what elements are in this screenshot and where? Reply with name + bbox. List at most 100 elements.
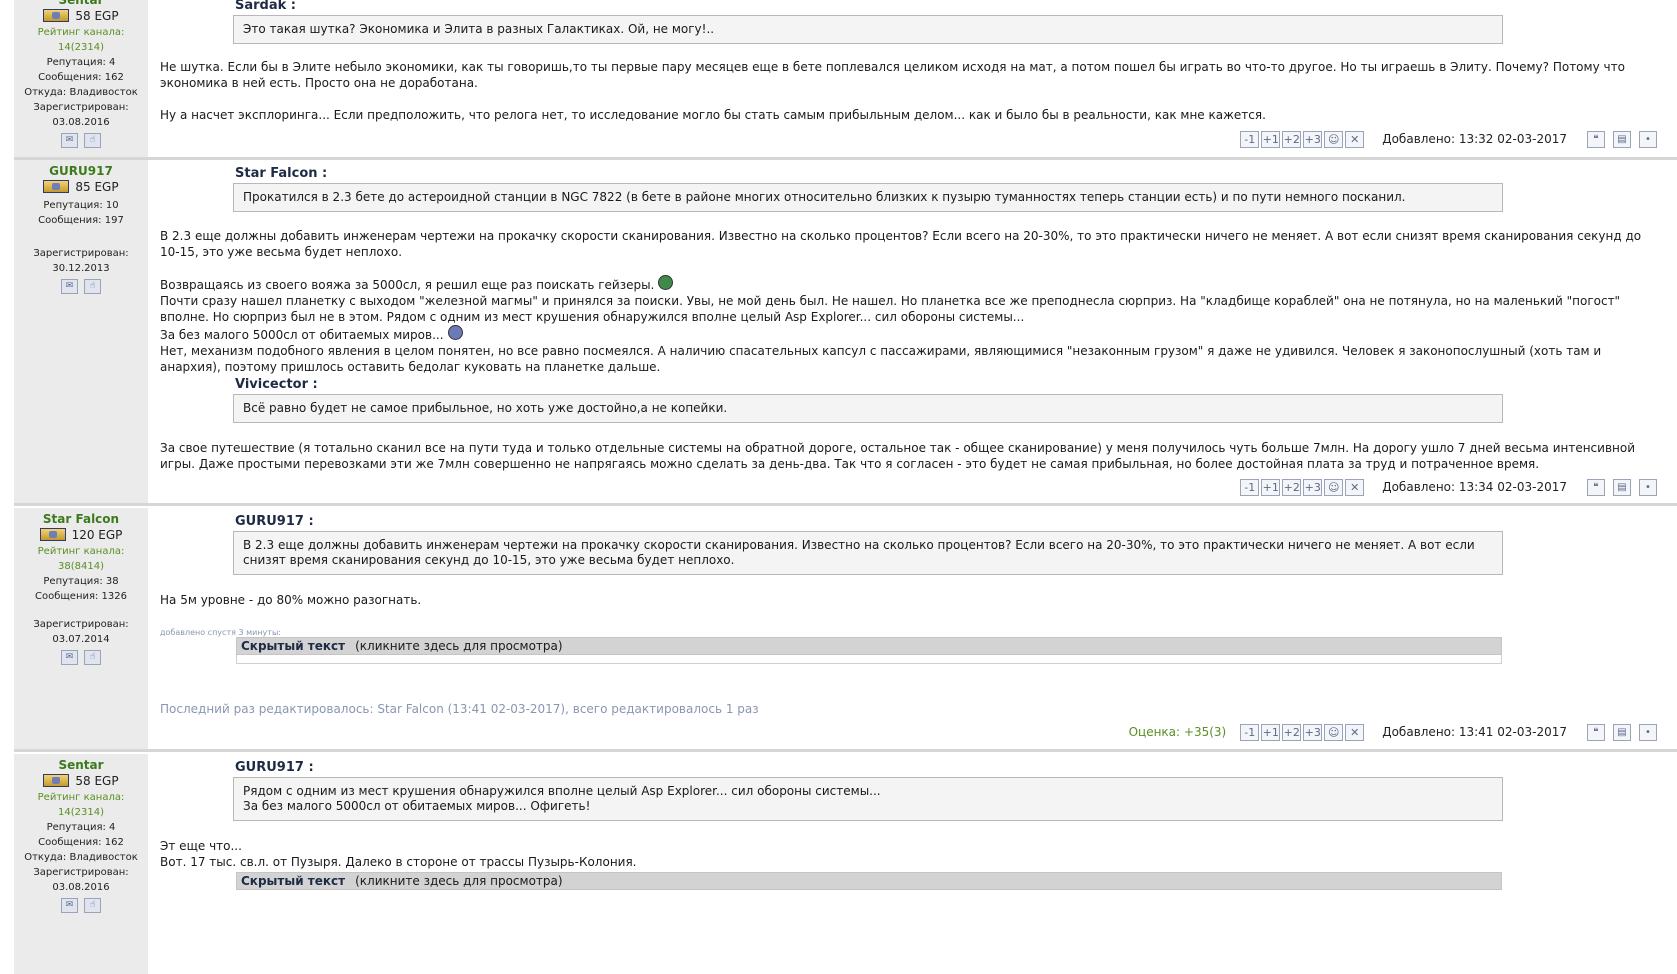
post-body: Sardak : Это такая шутка? Экономика и Эл… (160, 0, 1663, 157)
edit-icon[interactable]: ▤ (1613, 130, 1631, 148)
post: Star Falcon 120 EGP Рейтинг канала: 38(8… (14, 508, 1677, 752)
vote-plus-3-button[interactable]: +3 (1303, 478, 1323, 496)
quote-box: Всё равно будет не самое прибыльное, но … (233, 394, 1503, 423)
thumb-icon[interactable]: ☝ (84, 898, 101, 913)
vote-minus-1-button[interactable]: -1 (1240, 723, 1260, 741)
post: Sentar 58 EGP Рейтинг канала: 14(2314) Р… (14, 754, 1677, 974)
thumb-icon[interactable]: ☝ (84, 650, 101, 665)
spoiler-title: Скрытый текст (241, 874, 346, 888)
user-sidebar: Star Falcon 120 EGP Рейтинг канала: 38(8… (14, 508, 148, 749)
egp-badge-icon (43, 774, 70, 787)
registered-label: Зарегистрирован: (33, 619, 129, 630)
post-body: Star Falcon : Прокатился в 2.3 бете до а… (160, 160, 1663, 503)
post-body: GURU917 : Рядом с одним из мест крушения… (160, 754, 1663, 974)
quote-line: За без малого 5000сл от обитаемых миров.… (243, 799, 591, 813)
egp-value: 58 EGP (75, 9, 119, 23)
post-text: За свое путешествие (я тотально сканил в… (160, 441, 1636, 471)
post-text: Не шутка. Если бы в Элите небыло экономи… (160, 60, 1625, 90)
spoiler-title: Скрытый текст (241, 639, 346, 653)
quote-icon[interactable]: ❝ (1587, 130, 1605, 148)
post-text: Почти сразу нашел планетку с выходом "же… (160, 294, 1621, 324)
messages-count: Сообщения: 162 (38, 837, 124, 848)
quote-box: Это такая шутка? Экономика и Элита в раз… (233, 15, 1503, 44)
post-text: Ну а насчет эксплоринга... Если предполо… (160, 108, 1266, 122)
user-actions: ✉ ☝ (14, 649, 148, 665)
quote-box: В 2.3 еще должны добавить инженерам черт… (233, 531, 1503, 575)
edit-history: Последний раз редактировалось: Star Falc… (160, 702, 759, 716)
post-text: За без малого 5000сл от обитаемых миров.… (160, 325, 1663, 343)
channel-rating: Рейтинг канала: 14(2314) (37, 792, 125, 818)
vote-plus-3-button[interactable]: +3 (1303, 130, 1323, 148)
location: Откуда: Владивосток (24, 87, 138, 98)
user-actions: ✉ ☝ (14, 897, 148, 913)
thumb-icon[interactable]: ☝ (84, 133, 101, 148)
spoiler-body (236, 655, 1502, 664)
spoiler-hint: (кликните здесь для просмотра) (355, 874, 563, 888)
vote-plus-1-button[interactable]: +1 (1261, 130, 1281, 148)
post-text: На 5м уровне - до 80% можно разогнать. (160, 593, 422, 607)
reputation: Репутация: 4 (46, 57, 116, 68)
messages-count: Сообщения: 162 (38, 72, 124, 83)
hidden-text-spoiler[interactable]: Скрытый текст (кликните здесь для просмот… (236, 872, 1502, 890)
reputation: Репутация: 10 (43, 200, 119, 211)
quote-box: Прокатился в 2.3 бете до астероидной ста… (233, 183, 1503, 212)
post-footer: -1 +1 +2 +3 ☺ ✕ Добавлено: 13:32 02-03-2… (1240, 130, 1657, 148)
added-timestamp: Добавлено: 13:41 02-03-2017 (1382, 725, 1567, 739)
quote-author: GURU917 : (235, 760, 314, 775)
post-text: В 2.3 еще должны добавить инженерам черт… (160, 229, 1642, 259)
vote-plus-1-button[interactable]: +1 (1261, 478, 1281, 496)
registered-date: 03.08.2016 (52, 882, 110, 893)
post-body: GURU917 : В 2.3 еще должны добавить инже… (160, 508, 1663, 749)
up-icon[interactable]: • (1639, 478, 1657, 496)
registered-label: Зарегистрирован: (33, 102, 129, 113)
username[interactable]: Sentar (14, 0, 148, 8)
reputation: Репутация: 4 (46, 822, 116, 833)
smiley-icon[interactable]: ☺ (1324, 723, 1344, 741)
user-actions: ✉ ☝ (14, 278, 148, 294)
post-footer: Оценка: +35(3) -1 +1 +2 +3 ☺ ✕ Добавлено… (1129, 723, 1657, 741)
quote-line: Рядом с одним из мест крушения обнаружил… (243, 784, 881, 798)
vote-plus-3-button[interactable]: +3 (1303, 723, 1323, 741)
quote-icon[interactable]: ❝ (1587, 723, 1605, 741)
smiley-icon (447, 325, 463, 340)
quote-author: Star Falcon : (235, 166, 328, 181)
post-text-line: Возвращаясь из своего вояжа за 5000сл, я… (160, 278, 655, 292)
registered-date: 03.08.2016 (52, 117, 110, 128)
user-actions: ✉ ☝ (14, 132, 148, 148)
user-sidebar: GURU917 85 EGP Репутация: 10 Сообщения: … (14, 160, 148, 503)
pm-icon[interactable]: ✉ (61, 898, 78, 913)
vote-plus-1-button[interactable]: +1 (1261, 723, 1281, 741)
added-timestamp: Добавлено: 13:32 02-03-2017 (1382, 132, 1567, 146)
channel-rating: Рейтинг канала: 38(8414) (37, 546, 125, 572)
egp-row: 58 EGP (14, 773, 148, 790)
up-icon[interactable]: • (1639, 723, 1657, 741)
post-text: Возвращаясь из своего вояжа за 5000сл, я… (160, 275, 1663, 293)
up-icon[interactable]: • (1639, 130, 1657, 148)
username[interactable]: GURU917 (14, 163, 148, 179)
edit-icon[interactable]: ▤ (1613, 723, 1631, 741)
vote-minus-1-button[interactable]: -1 (1240, 130, 1260, 148)
vote-minus-1-button[interactable]: -1 (1240, 478, 1260, 496)
close-icon[interactable]: ✕ (1345, 130, 1365, 148)
close-icon[interactable]: ✕ (1345, 478, 1365, 496)
quote-icon[interactable]: ❝ (1587, 478, 1605, 496)
post-text: Вот. 17 тыс. св.л. от Пузыря. Далеко в с… (160, 855, 637, 869)
username[interactable]: Star Falcon (14, 511, 148, 527)
quote-box: Рядом с одним из мест крушения обнаружил… (233, 777, 1503, 821)
pm-icon[interactable]: ✉ (61, 650, 78, 665)
hidden-text-spoiler[interactable]: Скрытый текст (кликните здесь для просмот… (236, 637, 1502, 655)
smiley-icon[interactable]: ☺ (1324, 478, 1344, 496)
close-icon[interactable]: ✕ (1345, 723, 1365, 741)
vote-plus-2-button[interactable]: +2 (1282, 723, 1302, 741)
pm-icon[interactable]: ✉ (61, 279, 78, 294)
smiley-icon[interactable]: ☺ (1324, 130, 1344, 148)
edit-icon[interactable]: ▤ (1613, 478, 1631, 496)
post-footer: -1 +1 +2 +3 ☺ ✕ Добавлено: 13:34 02-03-2… (1240, 478, 1657, 496)
added-timestamp: Добавлено: 13:34 02-03-2017 (1382, 480, 1567, 494)
pm-icon[interactable]: ✉ (61, 133, 78, 148)
channel-rating: Рейтинг канала: 14(2314) (37, 27, 125, 53)
thumb-icon[interactable]: ☝ (84, 279, 101, 294)
vote-plus-2-button[interactable]: +2 (1282, 478, 1302, 496)
username[interactable]: Sentar (14, 757, 148, 773)
vote-plus-2-button[interactable]: +2 (1282, 130, 1302, 148)
